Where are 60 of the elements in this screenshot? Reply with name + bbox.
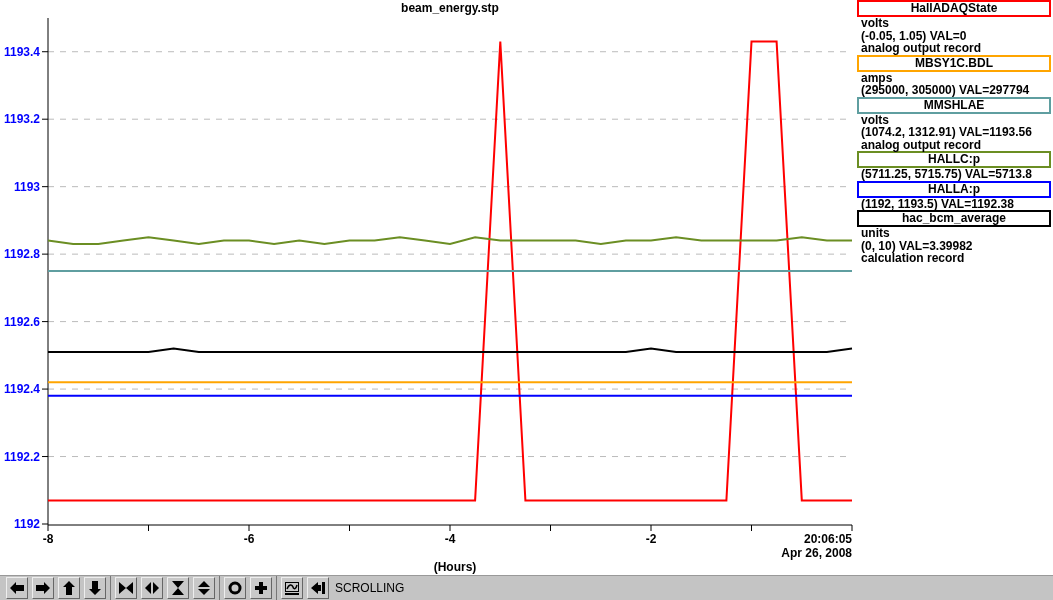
graph-button[interactable] bbox=[281, 577, 303, 599]
y-tick-label: 1193 bbox=[13, 179, 40, 194]
pan-left-button[interactable] bbox=[6, 577, 28, 599]
x-tick-label: -6 bbox=[243, 532, 255, 546]
signal-name[interactable]: hac_bcm_average bbox=[857, 210, 1051, 227]
auto-scale-button[interactable] bbox=[224, 577, 246, 599]
left-arrow-icon bbox=[9, 580, 25, 596]
x-tick-label: -2 bbox=[645, 532, 657, 546]
inward-triangles-icon bbox=[118, 580, 134, 596]
back-arrow-icon bbox=[310, 580, 326, 596]
plus-icon bbox=[253, 580, 269, 596]
signal-name[interactable]: HallADAQState bbox=[857, 0, 1051, 17]
pan-down-button[interactable] bbox=[84, 577, 106, 599]
x-tick-label: -4 bbox=[444, 532, 456, 546]
units-text: volts bbox=[860, 17, 890, 30]
record-type-text: calculation record bbox=[860, 252, 966, 265]
zoom-out-y-button[interactable] bbox=[193, 577, 215, 599]
signal-name[interactable]: MMSHLAE bbox=[857, 96, 1051, 114]
y-tick-label: 1192 bbox=[13, 517, 40, 531]
y-tick-label: 1192.8 bbox=[3, 247, 40, 262]
range-value-text: (-0.05, 1.05) VAL=0 bbox=[860, 29, 968, 42]
y-tick-label: 1192.2 bbox=[3, 449, 40, 464]
y-tick-label: 1192.6 bbox=[3, 314, 40, 329]
outward-triangles-icon bbox=[144, 580, 160, 596]
record-type-text: analog output record bbox=[860, 138, 982, 151]
units-text: amps bbox=[860, 71, 893, 84]
range-value-text: (1074.2, 1312.91) VAL=1193.56 bbox=[860, 126, 1033, 139]
down-arrow-icon bbox=[87, 580, 103, 596]
graph-icon bbox=[284, 580, 300, 596]
y-tick-label: 1193.4 bbox=[3, 44, 40, 59]
add-button[interactable] bbox=[250, 577, 272, 599]
end-date-label: Apr 26, 2008 bbox=[781, 546, 852, 560]
range-value-text: (1192, 1193.5) VAL=1192.38 bbox=[860, 197, 1015, 210]
units-text: units bbox=[860, 227, 891, 240]
range-value-text: (295000, 305000) VAL=297794 bbox=[860, 84, 1031, 97]
zoom-in-y-button[interactable] bbox=[167, 577, 189, 599]
outward-triangles-icon bbox=[196, 580, 212, 596]
signal-name[interactable]: MBSY1C.BDL bbox=[857, 54, 1051, 72]
right-arrow-icon bbox=[35, 580, 51, 596]
pan-right-button[interactable] bbox=[32, 577, 54, 599]
y-tick-label: 1193.2 bbox=[3, 112, 40, 127]
up-arrow-icon bbox=[61, 580, 77, 596]
zoom-in-x-button[interactable] bbox=[115, 577, 137, 599]
inward-triangles-icon bbox=[170, 580, 186, 596]
zoom-out-x-button[interactable] bbox=[141, 577, 163, 599]
record-type-text: analog output record bbox=[860, 42, 982, 55]
pan-up-button[interactable] bbox=[58, 577, 80, 599]
signal-name[interactable]: HALLA:p bbox=[857, 180, 1051, 198]
range-value-text: (0, 10) VAL=3.39982 bbox=[860, 239, 974, 252]
units-text: volts bbox=[860, 113, 890, 126]
signal-name[interactable]: HALLC:p bbox=[857, 151, 1051, 168]
back-button[interactable] bbox=[307, 577, 329, 599]
ring-icon bbox=[227, 580, 243, 596]
end-time-label: 20:06:05 bbox=[803, 532, 852, 546]
mode-label: SCROLLING bbox=[334, 580, 405, 597]
x-tick-label: -8 bbox=[42, 532, 54, 546]
chart-title: beam_energy.stp bbox=[401, 1, 499, 15]
range-value-text: (5711.25, 5715.75) VAL=5713.8 bbox=[860, 168, 1033, 181]
y-tick-label: 1192.4 bbox=[3, 382, 40, 397]
x-axis-label: (Hours) bbox=[433, 560, 477, 574]
